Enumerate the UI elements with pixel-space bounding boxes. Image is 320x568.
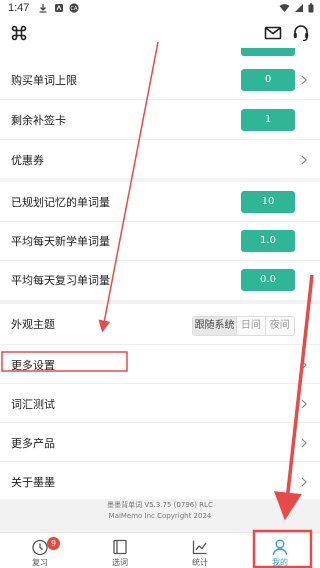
tab-label: 统计 — [192, 558, 208, 567]
chevron-right-icon — [301, 477, 307, 487]
row-remaining-cards[interactable]: 剩余补签卡 1 — [0, 100, 320, 140]
value-pill: 1 — [241, 109, 295, 131]
row-more-products[interactable]: 更多产品 — [0, 423, 320, 462]
row-label: 已规划记忆的单词量 — [11, 196, 110, 209]
row-label: 关于墨墨 — [11, 476, 55, 489]
book-icon — [113, 539, 127, 555]
tab-review[interactable]: 9 复习 — [0, 533, 80, 568]
row-label: 外观主题 — [11, 318, 55, 331]
version-text: 墨墨背单词 V5.3.75 (0796) RLC — [107, 501, 213, 509]
status-time: 1:47 — [8, 2, 30, 14]
row-more-settings[interactable]: 更多设置 — [0, 345, 320, 384]
chevron-right-icon — [301, 360, 307, 370]
status-right — [279, 3, 314, 13]
row-label: 词汇测试 — [11, 398, 55, 411]
review-badge: 9 — [47, 537, 60, 550]
svg-text:CA: CA — [71, 6, 78, 12]
row-avg-new: 平均每天新学单词量 1.0 — [0, 221, 320, 261]
chevron-right-icon — [301, 75, 307, 85]
ca-notification-icon: CA — [69, 3, 79, 13]
row-buy-limit[interactable]: 购买单词上限 0 — [0, 60, 320, 100]
row-label: 更多产品 — [11, 437, 55, 450]
row-label: 购买单词上限 — [11, 74, 77, 87]
settings-card: 外观主题 跟随系统 日间 夜间 更多设置 词汇测试 更多产品 关于墨墨 — [0, 304, 320, 499]
status-bar: 1:47 CA — [0, 0, 320, 18]
signal-icon — [295, 4, 303, 12]
app-footer: 墨墨背单词 V5.3.75 (0796) RLC MaiMemo Inc Cop… — [0, 500, 320, 522]
value-pill: 1.0 — [241, 230, 295, 252]
line-chart-icon — [192, 540, 207, 555]
row-avg-review: 平均每天复习单词量 0.0 — [0, 260, 320, 300]
mail-icon[interactable] — [264, 24, 282, 42]
theme-option-night[interactable]: 夜间 — [266, 317, 294, 335]
row-label: 平均每天复习单词量 — [11, 274, 110, 287]
value-pill: 0 — [241, 69, 295, 91]
tab-statistics[interactable]: 统计 — [160, 533, 240, 568]
tab-me[interactable]: 我的 — [240, 533, 320, 568]
theme-option-day[interactable]: 日间 — [237, 317, 266, 335]
download-icon — [39, 4, 47, 13]
account-card: 购买单词上限 0 剩余补签卡 1 优惠券 — [0, 48, 320, 178]
row-label: 优惠券 — [11, 154, 44, 167]
row-label: 剩余补签卡 — [11, 114, 66, 127]
copyright-text: MaiMemo Inc Copyright 2024 — [108, 512, 212, 520]
wifi-icon — [279, 4, 290, 12]
row-theme: 外观主题 跟随系统 日间 夜间 — [0, 304, 320, 345]
value-pill: 10 — [241, 191, 295, 213]
theme-option-system[interactable]: 跟随系统 — [193, 317, 238, 335]
theme-segmented-control: 跟随系统 日间 夜间 — [192, 316, 295, 336]
tab-select-words[interactable]: 选词 — [80, 533, 160, 568]
tab-label: 我的 — [272, 558, 288, 567]
chevron-right-icon — [301, 438, 307, 448]
previous-row-pill — [241, 48, 295, 56]
row-label: 平均每天新学单词量 — [11, 235, 110, 248]
chevron-right-icon — [301, 155, 307, 165]
row-coupon[interactable]: 优惠券 — [0, 140, 320, 180]
person-icon — [272, 539, 288, 556]
battery-icon — [308, 3, 314, 13]
value-pill: 0.0 — [241, 269, 295, 291]
row-about[interactable]: 关于墨墨 — [0, 462, 320, 499]
headset-icon[interactable] — [292, 24, 310, 42]
row-planned-words: 已规划记忆的单词量 10 — [0, 182, 320, 222]
row-label: 更多设置 — [11, 359, 55, 372]
statistics-card: 已规划记忆的单词量 10 平均每天新学单词量 1.0 平均每天复习单词量 0.0 — [0, 182, 320, 300]
row-vocab-test[interactable]: 词汇测试 — [0, 384, 320, 423]
tab-label: 选词 — [112, 558, 128, 567]
screen: 1:47 CA 购买单词上限 0 剩余补签卡 1 优惠券 已规划记忆的单词量 1… — [0, 0, 320, 568]
app-bar — [0, 18, 320, 48]
tab-label: 复习 — [32, 558, 48, 567]
bottom-tab-bar: 9 复习 选词 统计 我的 — [0, 532, 320, 568]
chevron-right-icon — [301, 399, 307, 409]
app-notification-icon — [55, 4, 63, 12]
command-icon[interactable] — [10, 24, 28, 42]
